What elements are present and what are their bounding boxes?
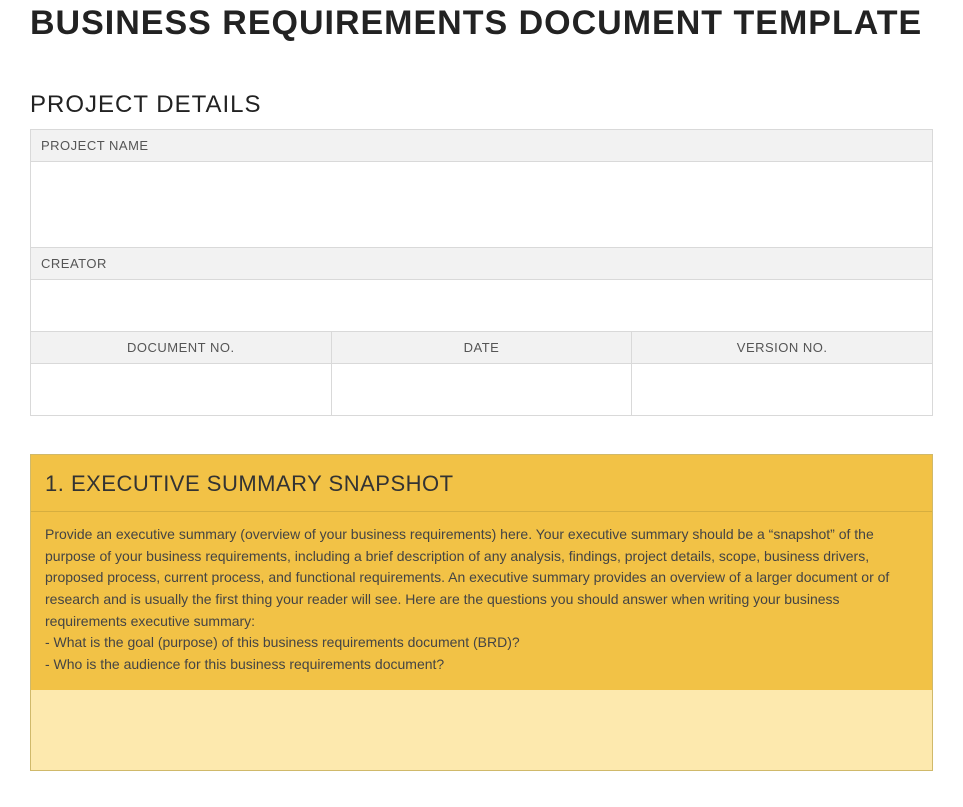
executive-summary-title-bar: 1. EXECUTIVE SUMMARY SNAPSHOT (31, 455, 932, 511)
executive-summary-box: 1. EXECUTIVE SUMMARY SNAPSHOT Provide an… (30, 454, 933, 771)
executive-summary-q2: - Who is the audience for this business … (45, 654, 918, 676)
project-name-field[interactable] (31, 162, 933, 248)
project-name-label: PROJECT NAME (31, 130, 933, 162)
project-details-table: PROJECT NAME CREATOR DOCUMENT NO. DATE V… (30, 129, 933, 416)
date-field[interactable] (331, 364, 632, 416)
version-no-label: VERSION NO. (632, 332, 933, 364)
project-details-heading: PROJECT DETAILS (30, 91, 933, 119)
document-no-field[interactable] (31, 364, 332, 416)
document-title: BUSINESS REQUIREMENTS DOCUMENT TEMPLATE (30, 4, 933, 43)
executive-summary-text: Provide an executive summary (overview o… (45, 524, 918, 632)
executive-summary-heading: 1. EXECUTIVE SUMMARY SNAPSHOT (45, 471, 918, 497)
document-no-label: DOCUMENT NO. (31, 332, 332, 364)
creator-label: CREATOR (31, 248, 933, 280)
executive-summary-input-area[interactable] (31, 690, 932, 770)
date-label: DATE (331, 332, 632, 364)
document-page: BUSINESS REQUIREMENTS DOCUMENT TEMPLATE … (0, 0, 963, 771)
creator-field[interactable] (31, 280, 933, 332)
executive-summary-body: Provide an executive summary (overview o… (31, 511, 932, 690)
version-no-field[interactable] (632, 364, 933, 416)
executive-summary-q1: - What is the goal (purpose) of this bus… (45, 632, 918, 654)
